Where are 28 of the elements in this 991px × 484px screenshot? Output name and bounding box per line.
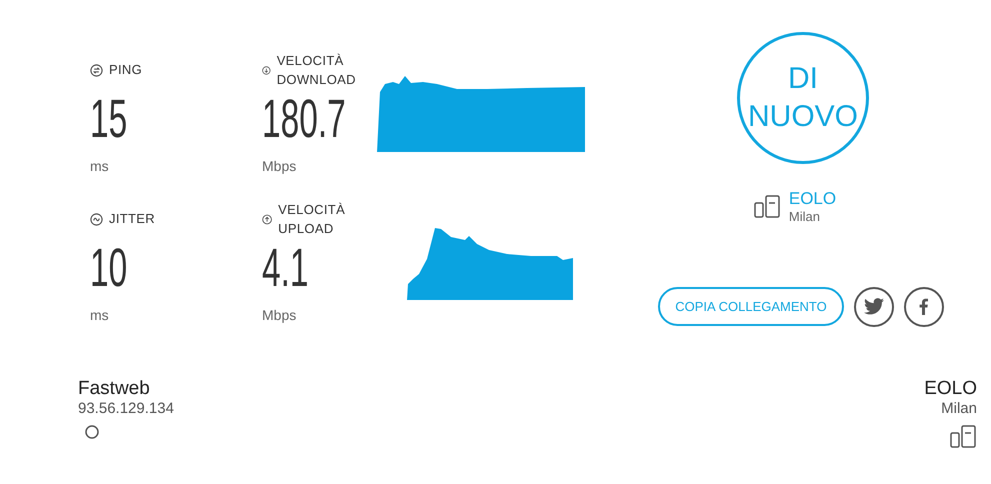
metric-unit: ms xyxy=(90,157,110,176)
metric-unit: Mbps xyxy=(262,157,298,176)
ip-address: 93.56.129.134 xyxy=(78,400,174,419)
metric-unit: Mbps xyxy=(262,306,298,325)
twitter-button[interactable] xyxy=(854,286,894,326)
bird-icon xyxy=(864,298,884,315)
metric-value: 4.1 xyxy=(262,241,309,295)
metric-value: 180.7 xyxy=(262,92,346,146)
copy-link-button[interactable]: COPIA COLLEGAMENTO xyxy=(658,287,844,326)
server-icon xyxy=(754,195,781,218)
server-name[interactable]: EOLO xyxy=(788,188,836,210)
metric-label: PING xyxy=(109,61,142,80)
server-city: Milan xyxy=(788,209,821,226)
run-again-button[interactable]: DI NUOVO xyxy=(737,32,869,164)
isp-name: Fastweb xyxy=(78,376,151,400)
f-icon xyxy=(919,298,928,315)
metric-unit: ms xyxy=(90,306,110,325)
metric-label: VELOCITÀ DOWNLOAD xyxy=(276,52,357,89)
metric-label: JITTER xyxy=(109,210,156,228)
metric-value: 15 xyxy=(90,92,128,146)
host-name: EOLO xyxy=(924,376,977,400)
host-city: Milan xyxy=(941,400,977,419)
facebook-button[interactable] xyxy=(904,286,944,326)
wave-icon xyxy=(90,212,103,226)
metric-value: 10 xyxy=(90,241,128,295)
ping-icon xyxy=(90,64,103,76)
metric-label: VELOCITÀ UPLOAD xyxy=(278,200,346,238)
server-icon xyxy=(950,425,977,448)
